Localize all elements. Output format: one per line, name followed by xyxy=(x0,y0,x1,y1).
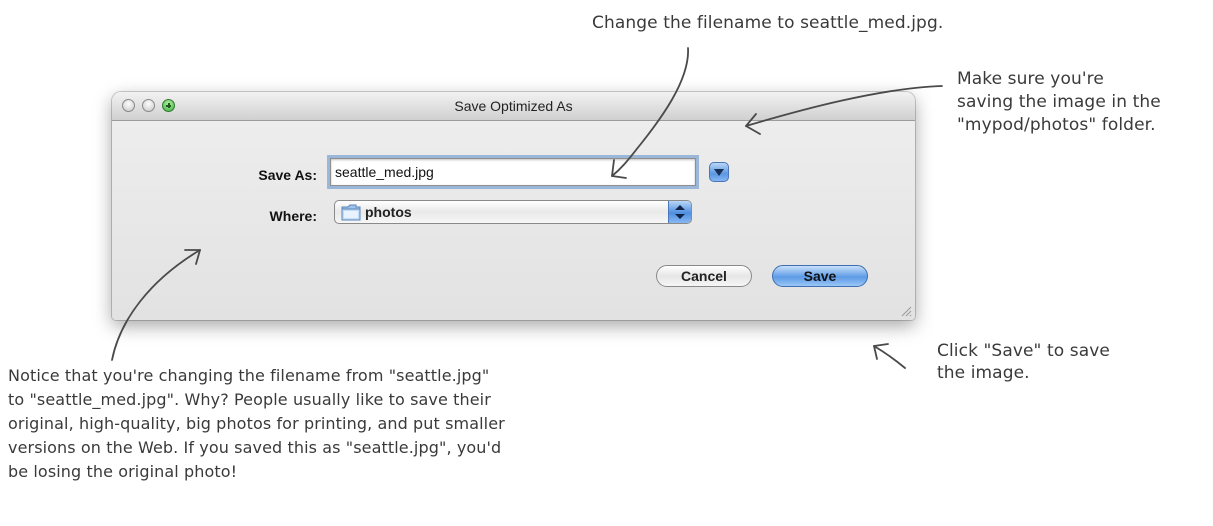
annotation-save-location: Make sure you're saving the image in the… xyxy=(957,68,1161,137)
save-dialog-window: Save Optimized As Save As: seattle_med.j… xyxy=(112,92,915,320)
where-popup[interactable]: photos xyxy=(334,200,692,224)
annotation-click-save: Click "Save" to save the image. xyxy=(937,340,1110,384)
annotation-line: Change the filename to seattle_med.jpg. xyxy=(592,13,944,33)
annotation-line: be losing the original photo! xyxy=(8,462,238,481)
chevron-down-icon xyxy=(714,169,724,176)
where-label: Where: xyxy=(269,208,317,224)
annotation-line: versions on the Web. If you saved this a… xyxy=(8,438,502,457)
resize-grip-icon[interactable] xyxy=(901,306,912,317)
save-button[interactable]: Save xyxy=(772,265,868,287)
annotation-notice: Notice that you're changing the filename… xyxy=(8,364,505,484)
annotation-line: saving the image in the xyxy=(957,92,1161,112)
filename-field[interactable]: seattle_med.jpg xyxy=(327,155,699,189)
annotation-line: "mypod/photos" folder. xyxy=(957,115,1156,135)
save-as-label: Save As: xyxy=(258,167,317,183)
annotation-line: Click "Save" to save xyxy=(937,341,1110,361)
window-title: Save Optimized As xyxy=(454,98,573,114)
annotation-line: Make sure you're xyxy=(957,69,1104,89)
updown-arrows-icon[interactable] xyxy=(668,201,691,223)
expand-dialog-button[interactable] xyxy=(709,162,729,182)
arrow-to-save xyxy=(873,345,906,369)
annotation-line: the image. xyxy=(937,363,1030,383)
cancel-button[interactable]: Cancel xyxy=(656,265,752,287)
annotation-line: to "seattle_med.jpg". Why? People usuall… xyxy=(8,390,491,409)
arrowhead-save xyxy=(873,343,889,360)
annotation-line: original, high-quality, big photos for p… xyxy=(8,414,505,433)
dialog-content: Save As: seattle_med.jpg Where: photos C… xyxy=(112,121,915,320)
title-bar[interactable]: Save Optimized As xyxy=(112,92,915,121)
annotation-line: Notice that you're changing the filename… xyxy=(8,366,490,385)
annotation-change-filename: Change the filename to seattle_med.jpg. xyxy=(592,12,943,35)
folder-icon xyxy=(341,204,361,221)
where-value: photos xyxy=(365,204,412,220)
